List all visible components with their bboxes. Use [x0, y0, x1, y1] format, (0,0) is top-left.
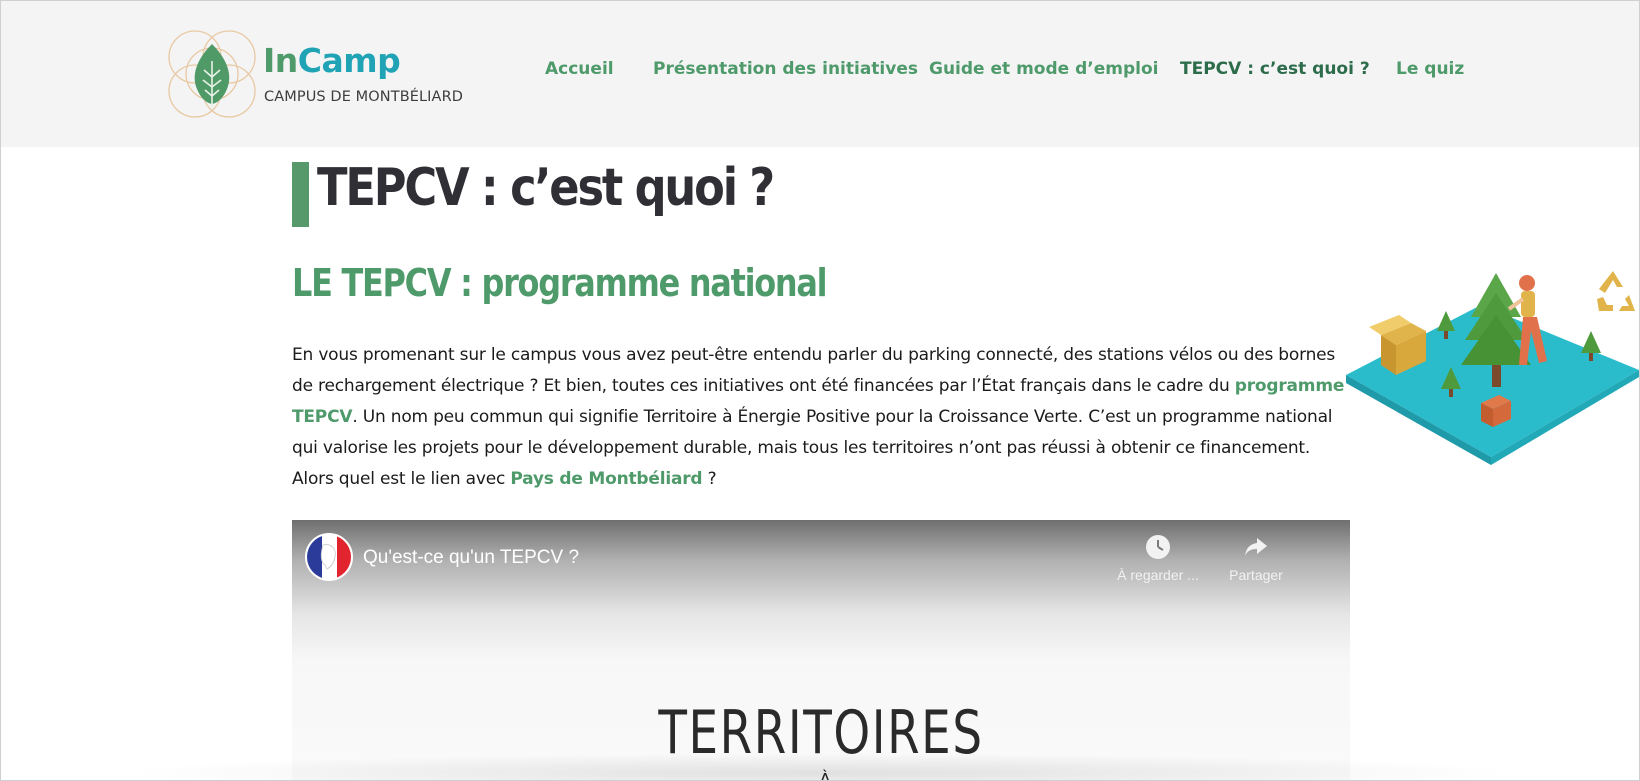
paragraph-text-3: ?: [702, 469, 717, 489]
logo-subtitle: CAMPUS DE MONTBÉLIARD: [264, 89, 464, 105]
nav-item-presentation[interactable]: Présentation des initiatives: [653, 59, 918, 79]
isometric-park-icon: [1346, 271, 1639, 465]
share-button[interactable]: Partager: [1206, 534, 1306, 583]
share-icon: [1245, 538, 1267, 556]
paragraph-text-2: . Un nom peu commun qui signifie Territo…: [292, 407, 1333, 489]
logo-in: In: [263, 41, 298, 80]
title-accent-bar: [292, 162, 309, 227]
nav-item-tepcv[interactable]: TEPCV : c’est quoi ?: [1180, 59, 1370, 79]
clock-icon: [1146, 535, 1170, 559]
pays-de-montbeliard-link[interactable]: Pays de Montbéliard: [510, 469, 702, 489]
logo-camp: Camp: [297, 41, 401, 80]
video-title[interactable]: Qu'est-ce qu'un TEPCV ?: [363, 547, 579, 569]
browser-viewport: InCamp CAMPUS DE MONTBÉLIARD Accueil Pré…: [0, 0, 1640, 781]
eco-illustration: [1341, 265, 1639, 475]
section-title: LE TEPCV : programme national: [292, 261, 828, 305]
paragraph-text-1: En vous promenant sur le campus vous ave…: [292, 345, 1336, 396]
logo-wordmark: InCamp: [263, 41, 401, 80]
intro-paragraph: En vous promenant sur le campus vous ave…: [292, 340, 1352, 495]
site-logo[interactable]: InCamp CAMPUS DE MONTBÉLIARD: [167, 27, 467, 121]
site-header: InCamp CAMPUS DE MONTBÉLIARD Accueil Pré…: [1, 1, 1639, 147]
nav-item-accueil[interactable]: Accueil: [545, 59, 614, 79]
page-title: TEPCV : c’est quoi ?: [317, 158, 775, 218]
marianne-logo-icon: [307, 535, 351, 579]
watch-later-button[interactable]: À regarder ...: [1108, 534, 1208, 583]
share-label: Partager: [1229, 567, 1283, 583]
bottom-shadow: [121, 753, 1521, 780]
watch-later-label: À regarder ...: [1117, 567, 1199, 583]
leaf-logo-icon: [168, 30, 256, 118]
channel-avatar[interactable]: [305, 533, 353, 581]
nav-item-quiz[interactable]: Le quiz: [1396, 59, 1464, 79]
video-embed[interactable]: Qu'est-ce qu'un TEPCV ? À regarder ... P…: [292, 520, 1350, 780]
nav-item-guide[interactable]: Guide et mode d’emploi: [929, 59, 1158, 79]
